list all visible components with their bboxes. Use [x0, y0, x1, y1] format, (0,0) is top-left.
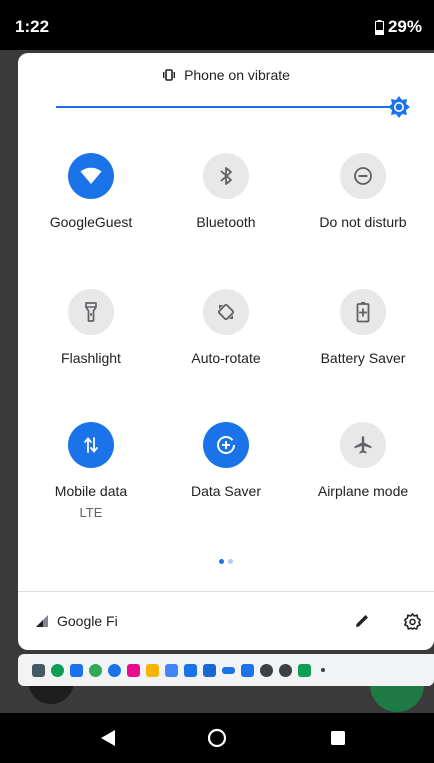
vibrate-icon [163, 69, 176, 81]
carrier-info[interactable]: Google Fi [36, 613, 118, 629]
quick-settings-panel: Phone on vibrate GoogleGuest Bluetooth D… [18, 53, 434, 650]
ringer-status[interactable]: Phone on vibrate [18, 67, 434, 83]
data-saver-toggle[interactable] [203, 422, 249, 468]
tile-bluetooth[interactable]: Bluetooth [156, 153, 296, 230]
airplane-icon [354, 436, 372, 454]
photos-icon [32, 663, 45, 677]
tile-data-saver[interactable]: Data Saver [156, 422, 296, 499]
do-not-disturb-icon [354, 167, 372, 185]
tile-battery-saver[interactable]: Battery Saver [293, 289, 433, 366]
tile-autorotate[interactable]: Auto-rotate [156, 289, 296, 366]
recents-icon [331, 731, 345, 745]
mobile-data-icon [84, 437, 98, 453]
status-bar: 1:22 29% [0, 0, 434, 50]
play-store-icon [298, 663, 311, 677]
autorotate-toggle[interactable] [203, 289, 249, 335]
bluetooth-icon [220, 167, 232, 185]
slides-icon [146, 663, 159, 677]
tile-label: Do not disturb [319, 214, 407, 230]
carrier-name: Google Fi [57, 613, 118, 629]
docs-icon [165, 663, 178, 677]
sports-icon [203, 663, 216, 677]
notification-icons[interactable] [18, 654, 434, 686]
page-dot [228, 559, 233, 564]
tile-wifi[interactable]: GoogleGuest [21, 153, 161, 230]
tile-label: Mobile data [54, 483, 128, 499]
tile-label: Battery Saver [320, 350, 406, 366]
tile-label: GoogleGuest [49, 214, 133, 230]
data-saver-icon [217, 436, 235, 454]
tile-airplane[interactable]: Airplane mode [293, 422, 433, 499]
tasks-icon [241, 663, 254, 677]
brightness-icon[interactable] [388, 96, 410, 118]
airplane-toggle[interactable] [340, 422, 386, 468]
signal-icon [36, 615, 48, 627]
back-icon [101, 730, 115, 746]
ringer-status-label: Phone on vibrate [184, 67, 290, 83]
battery-icon [374, 19, 384, 35]
battery-saver-toggle[interactable] [340, 289, 386, 335]
tile-label: Flashlight [61, 350, 121, 366]
tile-mobile-data[interactable]: Mobile data LTE [21, 422, 161, 520]
tile-dnd[interactable]: Do not disturb [293, 153, 433, 230]
wifi-icon [80, 167, 102, 184]
auto-rotate-icon [217, 303, 235, 321]
tile-label: Data Saver [190, 483, 262, 499]
news-icon [184, 663, 197, 677]
tile-label: Bluetooth [196, 214, 256, 230]
check-icon [279, 663, 292, 677]
dnd-toggle[interactable] [340, 153, 386, 199]
lyft-icon [127, 663, 140, 677]
hangouts-icon [51, 663, 64, 677]
quick-settings-footer: Google Fi [18, 592, 434, 650]
status-indicators: 29% [374, 17, 422, 37]
page-dot-active [219, 559, 224, 564]
flashlight-toggle[interactable] [68, 289, 114, 335]
bluetooth-toggle[interactable] [203, 153, 249, 199]
page-indicator [18, 559, 434, 564]
tile-label: Airplane mode [317, 483, 409, 499]
tile-sublabel: LTE [79, 505, 103, 520]
battery-percent: 29% [387, 17, 422, 36]
home-button[interactable] [205, 726, 229, 750]
brightness-slider[interactable] [56, 96, 410, 120]
tile-label: Auto-rotate [191, 350, 261, 366]
pencil-icon [356, 615, 368, 627]
google-icon [108, 663, 121, 677]
edit-button[interactable] [348, 607, 376, 635]
voicemail-icon [222, 666, 235, 674]
gear-icon [403, 612, 421, 630]
navigation-bar [0, 713, 434, 763]
recents-button[interactable] [326, 726, 350, 750]
status-time: 1:22 [15, 17, 50, 36]
tile-flashlight[interactable]: Flashlight [21, 289, 161, 366]
mobile-data-toggle[interactable] [68, 422, 114, 468]
calendar-icon [70, 663, 83, 677]
battery-saver-icon [356, 302, 370, 323]
settings-button[interactable] [398, 607, 426, 635]
settings-app-icon [260, 663, 273, 677]
more-dot-icon [321, 668, 325, 672]
wifi-toggle[interactable] [68, 153, 114, 199]
back-button[interactable] [96, 726, 120, 750]
flashlight-icon [85, 302, 97, 322]
maps-icon [89, 663, 102, 677]
home-icon [207, 728, 227, 748]
brightness-track[interactable] [56, 106, 396, 108]
